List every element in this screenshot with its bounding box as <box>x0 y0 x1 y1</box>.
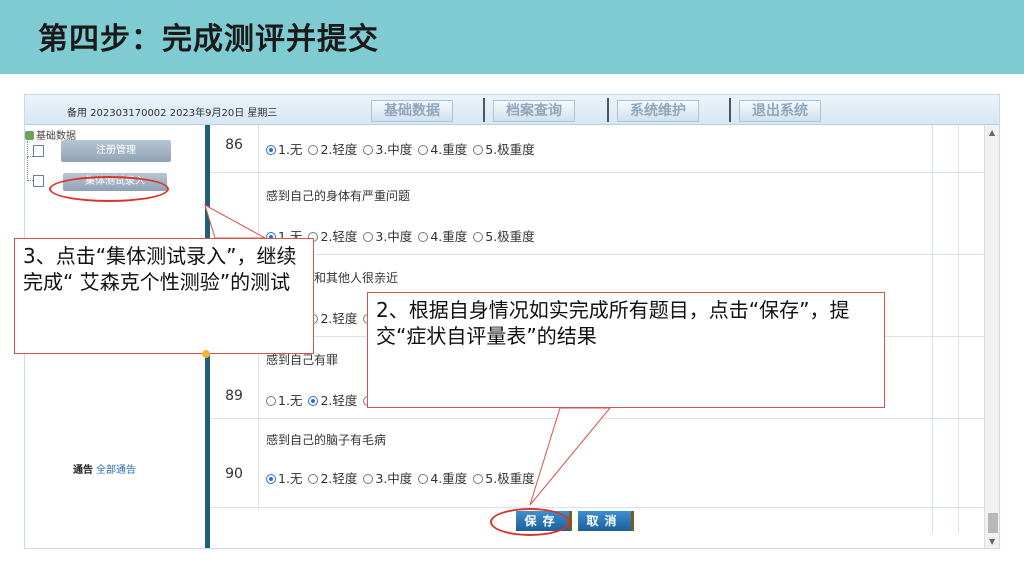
radio-option-label: 2.轻度 <box>320 471 358 486</box>
radio-button[interactable] <box>473 474 484 484</box>
user-date-info: 备用 202303170002 2023年9月20日 星期三 <box>67 108 278 119</box>
radio-option-label: 1.无 <box>278 142 303 157</box>
column-divider <box>932 125 933 534</box>
radio-option-label: 5.极重度 <box>485 471 535 486</box>
radio-option[interactable]: 3.中度 <box>363 229 412 244</box>
radio-button[interactable] <box>266 145 276 155</box>
notice: 通告 全部通告 <box>73 461 136 476</box>
radio-button[interactable] <box>473 232 484 242</box>
radio-option[interactable]: 1.无 <box>266 471 302 486</box>
scroll-down-icon[interactable]: ▼ <box>989 537 995 546</box>
question-number: 89 <box>225 388 243 404</box>
radio-option-label: 4.重度 <box>430 142 468 157</box>
question-text: 感到自己的脑子有毛病 <box>266 433 387 447</box>
question-row: 感到自己的身体有严重问题 87 1.无 2.轻度 3.中度 4.重度 5.极重度 <box>210 173 984 255</box>
radio-option[interactable]: 2.轻度 <box>308 471 357 486</box>
radio-button[interactable] <box>266 396 276 406</box>
question-number: 86 <box>225 137 243 153</box>
nav-archive-query[interactable]: 档案查询 <box>493 100 575 122</box>
radio-button[interactable] <box>308 145 319 155</box>
question-text: 感到自己的身体有严重问题 <box>266 189 411 203</box>
radio-button[interactable] <box>266 474 276 484</box>
radio-option[interactable]: 1.无 <box>266 393 302 408</box>
radio-option[interactable]: 5.极重度 <box>473 229 535 244</box>
radio-option-label: 3.中度 <box>375 142 413 157</box>
document-icon <box>33 175 44 187</box>
radio-button[interactable] <box>363 145 374 155</box>
radio-button[interactable] <box>308 474 319 484</box>
radio-option[interactable]: 5.极重度 <box>473 471 535 486</box>
radio-option[interactable]: 4.重度 <box>418 142 467 157</box>
sidebar-item-registration[interactable]: 注册管理 <box>61 140 171 162</box>
column-divider <box>958 125 959 534</box>
question-number: 90 <box>225 466 243 482</box>
radio-button[interactable] <box>473 145 484 155</box>
top-nav-bar: 备用 202303170002 2023年9月20日 星期三 基础数据 档案查询… <box>25 95 999 125</box>
scroll-up-icon[interactable]: ▲ <box>989 128 995 137</box>
folder-icon <box>25 131 34 140</box>
vertical-scrollbar[interactable]: ▲ ▼ <box>984 125 999 548</box>
radio-option[interactable]: 2.轻度 <box>308 393 357 408</box>
radio-option-label: 5.极重度 <box>485 229 535 244</box>
radio-option-label: 2.轻度 <box>320 311 358 326</box>
slide-header: 第四步：完成测评并提交 <box>0 0 1024 74</box>
radio-button[interactable] <box>418 232 429 242</box>
radio-option[interactable]: 4.重度 <box>418 229 467 244</box>
radio-option[interactable]: 3.中度 <box>363 142 412 157</box>
callout-step2: 2、根据自身情况如实完成所有题目，点击“保存”，提交“症状自评量表”的结果 <box>367 292 885 408</box>
radio-option-label: 4.重度 <box>430 471 468 486</box>
radio-option-label: 4.重度 <box>430 229 468 244</box>
radio-option[interactable]: 5.极重度 <box>473 142 535 157</box>
radio-option-label: 2.轻度 <box>320 229 358 244</box>
radio-option-label: 2.轻度 <box>320 142 358 157</box>
notice-label: 通告 <box>73 465 93 476</box>
marker-dot <box>202 350 210 358</box>
radio-button[interactable] <box>418 145 429 155</box>
answer-options: 1.无 2.轻度 3.中度 4.重度 5.极重度 <box>266 139 541 158</box>
all-notices-link[interactable]: 全部通告 <box>96 465 136 476</box>
action-bar: 保存 取消 <box>210 508 984 534</box>
radio-option[interactable]: 4.重度 <box>418 471 467 486</box>
nav-system-maintenance[interactable]: 系统维护 <box>617 100 699 122</box>
question-row: 86 1.无 2.轻度 3.中度 4.重度 5.极重度 <box>210 125 984 173</box>
highlight-ring-group-test-entry <box>49 176 169 202</box>
nav-separator <box>729 98 731 122</box>
radio-option-label: 3.中度 <box>375 229 413 244</box>
slide-title: 第四步：完成测评并提交 <box>38 22 379 57</box>
radio-option-label: 3.中度 <box>375 471 413 486</box>
cancel-button[interactable]: 取消 <box>578 511 634 531</box>
nav-separator <box>483 98 485 122</box>
scroll-thumb[interactable] <box>988 513 998 533</box>
radio-option-label: 5.极重度 <box>485 142 535 157</box>
radio-option[interactable]: 3.中度 <box>363 471 412 486</box>
callout-step3: 3、点击“集体测试录入”，继续完成“ 艾森克个性测验”的测试 <box>14 238 314 354</box>
radio-option-label: 1.无 <box>278 393 303 408</box>
radio-button[interactable] <box>363 474 374 484</box>
radio-button[interactable] <box>418 474 429 484</box>
radio-button[interactable] <box>363 232 374 242</box>
nav-basic-data[interactable]: 基础数据 <box>371 100 453 122</box>
radio-option[interactable]: 2.轻度 <box>308 229 357 244</box>
document-icon <box>33 145 44 157</box>
question-row: 感到自己的脑子有毛病 90 1.无 2.轻度 3.中度 4.重度 5.极重度 <box>210 419 984 508</box>
highlight-ring-save <box>490 508 570 536</box>
radio-button[interactable] <box>308 396 319 406</box>
nav-separator <box>607 98 609 122</box>
nav-exit-system[interactable]: 退出系统 <box>739 100 821 122</box>
answer-options: 1.无 2.轻度 3.中度 4.重度 5.极重度 <box>266 468 541 487</box>
radio-option-label: 1.无 <box>278 471 303 486</box>
radio-option[interactable]: 2.轻度 <box>308 142 357 157</box>
radio-option-label: 2.轻度 <box>320 393 358 408</box>
radio-option[interactable]: 1.无 <box>266 142 302 157</box>
radio-option[interactable]: 2.轻度 <box>308 311 357 326</box>
